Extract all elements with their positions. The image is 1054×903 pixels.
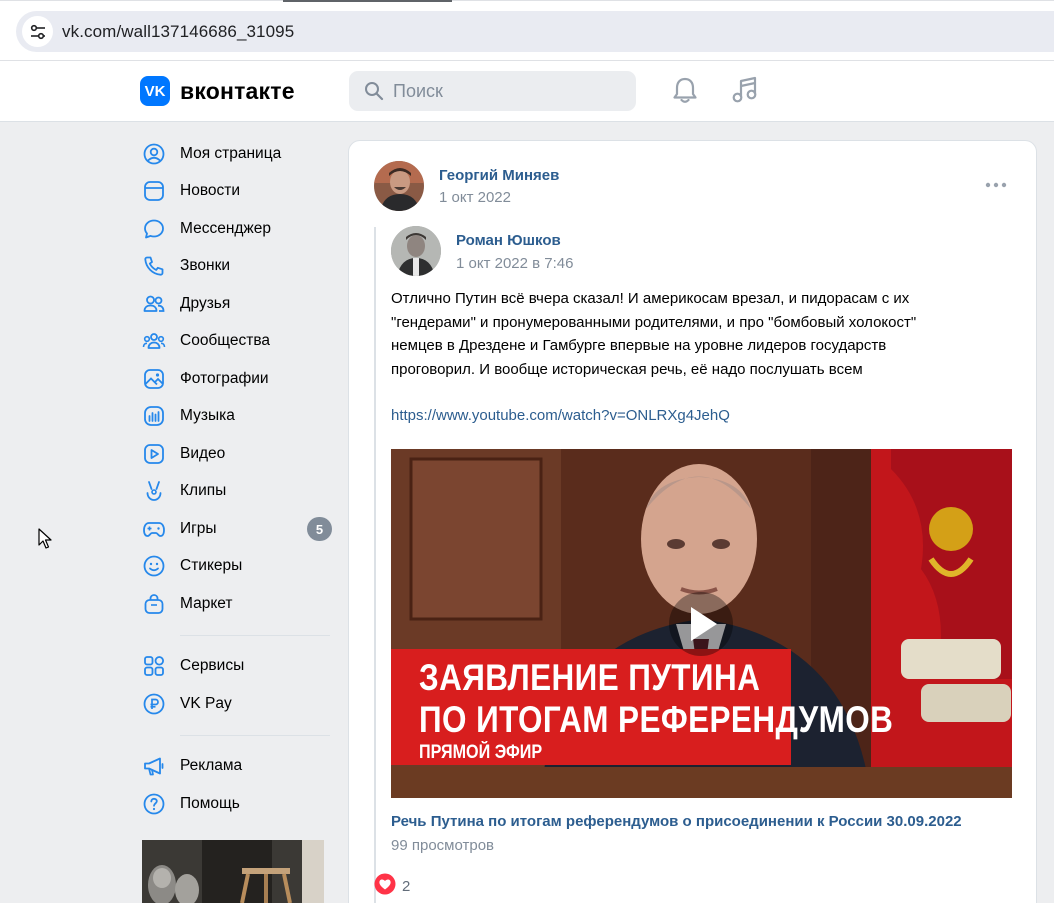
- sidebar-item-video[interactable]: Видео: [140, 435, 335, 473]
- video-caption-line2: ПО ИТОГАМ РЕФЕРЕНДУМОВ: [419, 699, 894, 740]
- sidebar-divider: [180, 634, 330, 636]
- phone-icon: [140, 252, 168, 280]
- sidebar-item-stickers[interactable]: Стикеры: [140, 548, 335, 586]
- search-box[interactable]: [349, 71, 636, 111]
- sidebar-item-label: Звонки: [180, 257, 231, 275]
- sidebar-divider: [180, 734, 330, 736]
- wall-post: Георгий Миняев 1 окт 2022 Роман Юшков 1 …: [348, 140, 1037, 903]
- sidebar-item-label: Игры: [180, 519, 217, 537]
- sidebar-item-games[interactable]: Игры 5: [140, 510, 335, 548]
- like-button[interactable]: 2: [374, 873, 410, 900]
- sidebar-item-label: Моя страница: [180, 144, 282, 162]
- games-badge: 5: [307, 517, 332, 541]
- clips-icon: [140, 477, 168, 505]
- post-text-line: Отлично Путин всё вчера сказал! И америк…: [391, 290, 910, 307]
- author-avatar[interactable]: [374, 161, 424, 211]
- photos-icon: [140, 365, 168, 393]
- search-input[interactable]: [393, 71, 623, 111]
- vk-logo-mark: VK: [140, 76, 170, 106]
- post-text-line: проговорил. И вообще историческая речь, …: [391, 360, 863, 378]
- sidebar-item-label: Мессенджер: [180, 219, 272, 237]
- post-text-line: немцев в Дрездене и Гамбурге впервые на …: [391, 337, 887, 355]
- mouse-cursor-icon: [38, 528, 52, 549]
- left-sidebar: Моя страница Новости Мессенджер Звонки Д…: [140, 135, 335, 823]
- help-icon: [140, 790, 168, 818]
- post-author-name[interactable]: Георгий Миняев: [439, 167, 559, 184]
- megaphone-icon: [140, 752, 168, 780]
- sidebar-item-label: Музыка: [180, 407, 235, 425]
- communities-icon: [140, 327, 168, 355]
- active-tab-indicator: [283, 0, 452, 2]
- sidebar-item-label: Реклама: [180, 757, 243, 775]
- sidebar-item-friends[interactable]: Друзья: [140, 285, 335, 323]
- sidebar-item-news[interactable]: Новости: [140, 173, 335, 211]
- video-caption-line1: ЗАЯВЛЕНИЕ ПУТИНА: [419, 657, 761, 698]
- heart-icon: [374, 873, 396, 900]
- repost-author-name[interactable]: Роман Юшков: [456, 232, 561, 249]
- sidebar-item-label: Сервисы: [180, 657, 245, 675]
- sidebar-item-help[interactable]: Помощь: [140, 785, 335, 823]
- repost-date[interactable]: 1 окт 2022 в 7:46: [456, 255, 574, 272]
- sidebar-item-vkpay[interactable]: VK Pay: [140, 685, 335, 723]
- sidebar-item-label: Сообщества: [180, 332, 271, 350]
- youtube-link[interactable]: https://www.youtube.com/watch?v=ONLRXg4J…: [391, 407, 730, 424]
- more-options-icon[interactable]: [985, 181, 1007, 189]
- sidebar-item-ads[interactable]: Реклама: [140, 748, 335, 786]
- sidebar-item-label: Друзья: [180, 294, 231, 312]
- tune-icon[interactable]: [22, 16, 53, 47]
- friends-icon: [140, 290, 168, 318]
- vk-logo[interactable]: VK вконтакте: [140, 76, 295, 106]
- news-icon: [140, 177, 168, 205]
- games-icon: [140, 515, 168, 543]
- url-text[interactable]: vk.com/wall137146686_31095: [62, 22, 294, 42]
- messenger-icon: [140, 215, 168, 243]
- sidebar-item-messenger[interactable]: Мессенджер: [140, 210, 335, 248]
- sidebar-item-label: Помощь: [180, 794, 240, 812]
- repost-divider: [374, 227, 376, 903]
- video-views: 99 просмотров: [391, 837, 495, 854]
- music-icon[interactable]: [731, 75, 759, 105]
- repost-author-avatar[interactable]: [391, 226, 441, 276]
- sidebar-item-music[interactable]: Музыка: [140, 398, 335, 436]
- play-icon[interactable]: [701, 624, 702, 625]
- music-icon: [140, 402, 168, 430]
- sidebar-item-my-page[interactable]: Моя страница: [140, 135, 335, 173]
- vk-logo-text: вконтакте: [180, 77, 295, 104]
- sidebar-item-label: VK Pay: [180, 694, 232, 712]
- browser-toolbar: vk.com/wall137146686_31095: [0, 0, 1054, 61]
- sidebar-item-market[interactable]: Маркет: [140, 585, 335, 623]
- video-title[interactable]: Речь Путина по итогам референдумов о при…: [391, 813, 962, 830]
- sidebar-item-label: Маркет: [180, 594, 233, 612]
- sidebar-item-label: Фотографии: [180, 369, 269, 387]
- video-caption-line3: ПРЯМОЙ ЭФИР: [419, 742, 543, 763]
- sidebar-item-label: Новости: [180, 182, 241, 200]
- like-count: 2: [402, 878, 411, 895]
- bell-icon[interactable]: [671, 75, 699, 105]
- sidebar-item-communities[interactable]: Сообщества: [140, 323, 335, 361]
- market-icon: [140, 590, 168, 618]
- sidebar-item-services[interactable]: Сервисы: [140, 648, 335, 686]
- stickers-icon: [140, 552, 168, 580]
- vk-header: VK вконтакте: [0, 61, 1054, 122]
- vkpay-icon: [140, 690, 168, 718]
- sidebar-ad-image[interactable]: [142, 840, 324, 903]
- post-date[interactable]: 1 окт 2022: [439, 189, 511, 206]
- sidebar-item-clips[interactable]: Клипы: [140, 473, 335, 511]
- profile-icon: [140, 140, 168, 168]
- address-bar[interactable]: vk.com/wall137146686_31095: [16, 11, 1054, 52]
- search-icon: [365, 82, 384, 101]
- sidebar-item-label: Клипы: [180, 482, 227, 500]
- sidebar-item-calls[interactable]: Звонки: [140, 248, 335, 286]
- video-icon: [140, 440, 168, 468]
- sidebar-item-label: Стикеры: [180, 557, 243, 575]
- sidebar-item-label: Видео: [180, 444, 226, 462]
- video-thumbnail[interactable]: ЗАЯВЛЕНИЕ ПУТИНА ПО ИТОГАМ РЕФЕРЕНДУМОВ …: [391, 449, 1012, 798]
- tab-strip-border: [0, 0, 1054, 1]
- post-text: Отлично Путин всё вчера сказал! И америк…: [391, 287, 991, 381]
- sidebar-item-photos[interactable]: Фотографии: [140, 360, 335, 398]
- services-icon: [140, 652, 168, 680]
- post-text-line: "гендерами" и пронумерованными родителям…: [391, 313, 917, 331]
